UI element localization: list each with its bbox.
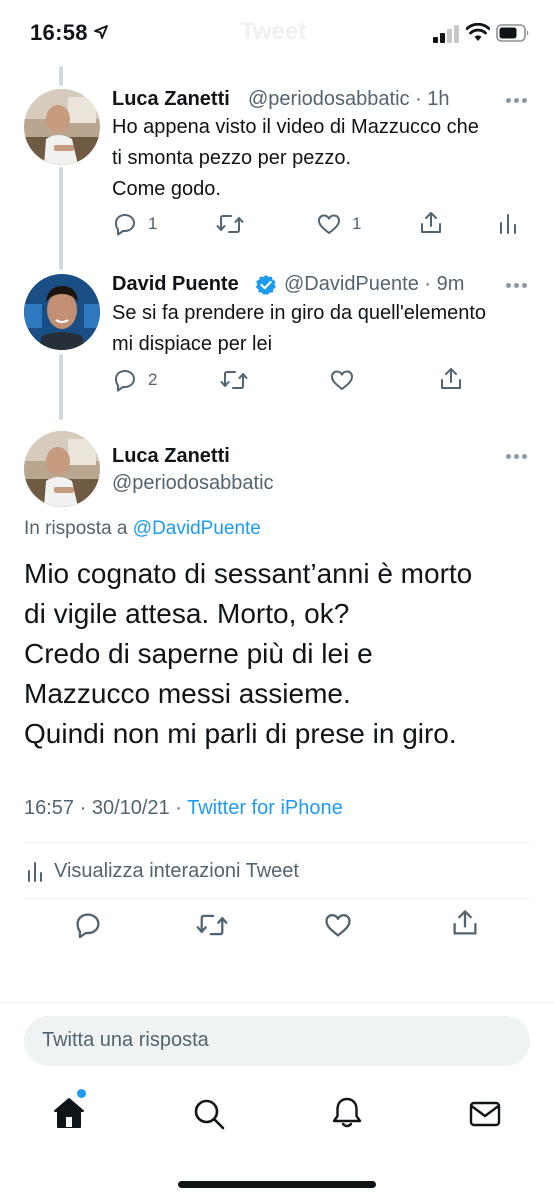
thread-line [59,167,63,270]
view-interactions-label: Visualizza interazioni Tweet [54,860,299,882]
tweet-text: Se si fa prendere in giro da quell'eleme… [112,302,487,355]
like-count: 1 [352,214,362,233]
divider [24,842,530,843]
more-options-icon[interactable] [506,98,528,104]
retweet-button[interactable] [196,910,228,940]
tweet-text: Mio cognato di sessant’anni è morto di v… [24,558,473,749]
author-handle[interactable]: @DavidPuente · 9m [284,273,464,296]
author-name[interactable]: Luca Zanetti [112,88,230,111]
analytics-button[interactable] [498,211,518,237]
retweet-button[interactable] [220,367,248,393]
wifi-icon [466,23,490,41]
page-title: Tweet [240,18,307,45]
avatar[interactable] [24,431,100,507]
author-name[interactable]: Luca Zanetti [112,445,230,468]
more-options-icon[interactable] [506,454,528,460]
share-icon [441,368,461,389]
verified-badge-icon [255,275,276,295]
tweet-meta: 16:57 · 30/10/21 · Twitter for iPhone [24,797,343,820]
author-handle[interactable]: @periodosabbatic [112,472,274,495]
more-options-icon[interactable] [506,283,528,289]
like-button[interactable] [323,910,353,940]
tweet-source-link[interactable]: Twitter for iPhone [187,797,343,819]
share-button[interactable] [418,210,444,236]
bell-icon[interactable] [330,1096,364,1130]
tweet-text: Ho appena visto il video di Mazzucco che… [112,116,479,200]
analytics-icon [500,214,516,234]
reply-icon [115,214,135,236]
reply-context: In risposta a @DavidPuente [24,518,261,539]
heart-icon [325,914,351,937]
reply-button[interactable]: 1 [112,211,162,237]
like-button[interactable]: 1 [316,211,366,237]
share-button[interactable] [450,908,480,938]
home-icon[interactable] [52,1096,86,1130]
reply-placeholder: Twitta una risposta [42,1029,209,1051]
avatar[interactable] [24,89,100,165]
reply-icon [76,913,100,939]
retweet-button[interactable] [216,211,244,237]
reply-target-link[interactable]: @DavidPuente [133,518,261,539]
share-icon [421,212,441,233]
author-handle[interactable]: @periodosabbatic · 1h [248,88,450,111]
cellular-signal-icon [433,25,459,43]
reply-count: 1 [148,214,158,233]
thread-line [59,66,63,86]
heart-icon [318,214,340,234]
status-bar: 16:58 Tweet [0,0,554,66]
status-time: 16:58 [30,20,88,45]
home-indicator [178,1181,376,1188]
reply-icon [115,370,135,392]
analytics-icon [28,862,42,882]
reply-count: 2 [148,370,158,389]
mail-icon[interactable] [468,1097,502,1131]
retweet-icon [220,371,248,389]
reply-button[interactable] [73,910,103,940]
notification-dot [77,1089,86,1098]
tweet-time: 1h [427,88,450,110]
battery-icon [496,24,529,42]
search-icon[interactable] [192,1097,226,1131]
like-button[interactable] [329,367,355,393]
author-name[interactable]: David Puente [112,273,239,296]
avatar[interactable] [24,274,100,350]
tweet-timestamp: 16:57 · 30/10/21 · [24,797,188,819]
reply-button[interactable]: 2 [112,367,162,393]
divider [0,1002,554,1003]
retweet-icon [196,914,228,936]
location-arrow-icon [94,25,108,39]
retweet-icon [216,215,244,233]
heart-icon [331,370,353,390]
share-button[interactable] [438,366,464,392]
reply-input[interactable]: Twitta una risposta [24,1016,530,1066]
tweet-time: 9m [436,273,465,295]
share-icon [453,910,477,935]
thread-line [59,354,63,420]
divider [24,898,530,899]
